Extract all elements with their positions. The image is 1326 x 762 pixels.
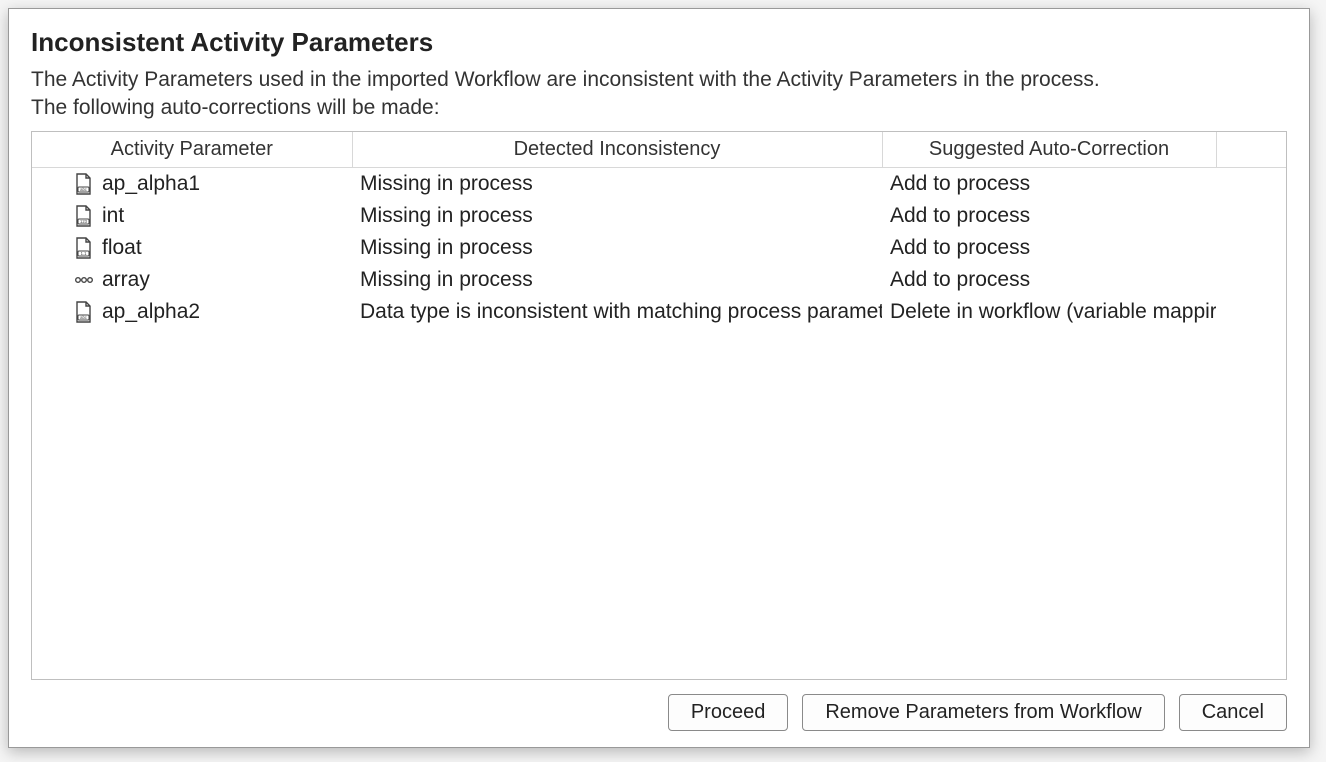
detected-inconsistency: Missing in process [352, 232, 882, 264]
column-header-inconsistency[interactable]: Detected Inconsistency [352, 132, 882, 168]
row-spacer [1216, 296, 1286, 328]
proceed-button[interactable]: Proceed [668, 694, 789, 731]
detected-inconsistency: Missing in process [352, 200, 882, 232]
row-spacer [1216, 167, 1286, 200]
table-row[interactable]: int Missing in processAdd to process [32, 200, 1286, 232]
dialog-button-bar: Proceed Remove Parameters from Workflow … [31, 680, 1287, 731]
suggested-correction: Add to process [882, 264, 1216, 296]
cancel-button[interactable]: Cancel [1179, 694, 1287, 731]
parameter-name: ap_alpha2 [102, 300, 200, 324]
suggested-correction: Add to process [882, 167, 1216, 200]
row-spacer [1216, 264, 1286, 296]
table-header-row: Activity Parameter Detected Inconsistenc… [32, 132, 1286, 168]
dialog-description-line2: The following auto-corrections will be m… [31, 96, 440, 119]
dialog-description: The Activity Parameters used in the impo… [31, 66, 1287, 123]
suggested-correction: Add to process [882, 232, 1216, 264]
detected-inconsistency: Missing in process [352, 264, 882, 296]
parameter-name: array [102, 268, 150, 292]
row-spacer [1216, 232, 1286, 264]
row-spacer [1216, 200, 1286, 232]
parameter-name: int [102, 204, 124, 228]
dialog-title: Inconsistent Activity Parameters [31, 27, 1287, 58]
table-row[interactable]: array Missing in processAdd to process [32, 264, 1286, 296]
array-icon [74, 269, 94, 291]
parameters-table: Activity Parameter Detected Inconsistenc… [32, 132, 1286, 328]
parameters-table-container: Activity Parameter Detected Inconsistenc… [31, 131, 1287, 680]
remove-parameters-button[interactable]: Remove Parameters from Workflow [802, 694, 1164, 731]
parameter-name: ap_alpha1 [102, 172, 200, 196]
table-row[interactable]: float Missing in processAdd to process [32, 232, 1286, 264]
detected-inconsistency: Missing in process [352, 167, 882, 200]
table-row[interactable]: ap_alpha2 Data type is inconsistent with … [32, 296, 1286, 328]
detected-inconsistency: Data type is inconsistent with matching … [352, 296, 882, 328]
column-header-spacer [1216, 132, 1286, 168]
suggested-correction: Delete in workflow (variable mappir [882, 296, 1216, 328]
column-header-correction[interactable]: Suggested Auto-Correction [882, 132, 1216, 168]
inconsistent-parameters-dialog: Inconsistent Activity Parameters The Act… [8, 8, 1310, 748]
column-header-parameter[interactable]: Activity Parameter [32, 132, 352, 168]
parameter-name: float [102, 236, 142, 260]
file-abc-icon [74, 301, 94, 323]
dialog-description-line1: The Activity Parameters used in the impo… [31, 68, 1100, 91]
table-row[interactable]: ap_alpha1 Missing in processAdd to proces… [32, 167, 1286, 200]
file-abc-icon [74, 173, 94, 195]
suggested-correction: Add to process [882, 200, 1216, 232]
file-123-icon [74, 205, 94, 227]
file-float-icon [74, 237, 94, 259]
